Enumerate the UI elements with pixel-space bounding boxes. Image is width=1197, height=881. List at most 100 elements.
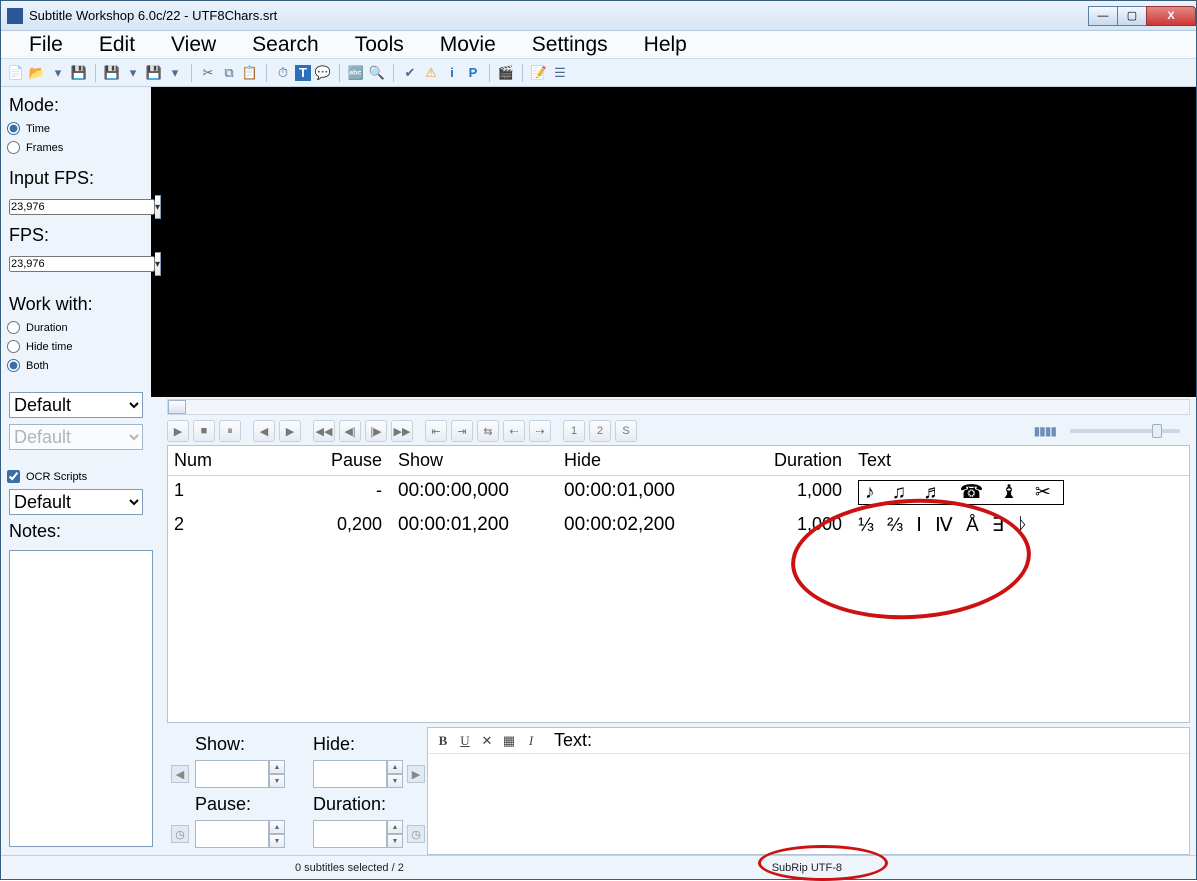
ocr-label: OCR Scripts bbox=[26, 471, 87, 483]
col-duration[interactable]: Duration bbox=[748, 446, 848, 475]
subtitle-text-editor[interactable] bbox=[428, 754, 1189, 854]
close-button[interactable]: X bbox=[1146, 6, 1196, 26]
stop-button[interactable]: ■ bbox=[193, 420, 215, 442]
menu-settings[interactable]: Settings bbox=[514, 33, 626, 57]
clock-icon[interactable]: ◷ bbox=[407, 825, 425, 843]
combo-1[interactable]: Default bbox=[9, 392, 143, 418]
maximize-button[interactable]: ▢ bbox=[1117, 6, 1147, 26]
save-trans-icon[interactable]: 💾 bbox=[145, 64, 163, 82]
rewind-button[interactable]: ◀◀ bbox=[313, 420, 335, 442]
info-icon[interactable]: i bbox=[443, 64, 461, 82]
menu-file[interactable]: File bbox=[11, 33, 81, 57]
underline-button[interactable]: U bbox=[456, 732, 474, 750]
ocr-checkbox[interactable] bbox=[7, 470, 20, 483]
menu-tools[interactable]: Tools bbox=[337, 33, 422, 57]
mark-out-button[interactable]: ⇥ bbox=[451, 420, 473, 442]
chevron-down-icon[interactable]: ▾ bbox=[155, 252, 161, 276]
fps-field[interactable] bbox=[9, 256, 155, 272]
spin-down-icon[interactable]: ▼ bbox=[269, 774, 285, 788]
spin-up-icon[interactable]: ▲ bbox=[269, 760, 285, 774]
prev-button[interactable]: ◀ bbox=[253, 420, 275, 442]
combo-3[interactable]: Default bbox=[9, 489, 143, 515]
spin-down-icon[interactable]: ▼ bbox=[269, 834, 285, 848]
timer-icon[interactable]: ⏱ bbox=[274, 64, 292, 82]
shift-left-button[interactable]: ⇠ bbox=[503, 420, 525, 442]
prev-sub-button[interactable]: ◀ bbox=[171, 765, 189, 783]
video-preview[interactable] bbox=[151, 87, 1196, 397]
menu-search[interactable]: Search bbox=[234, 33, 337, 57]
hide-field[interactable] bbox=[313, 760, 387, 788]
open-icon[interactable]: 📂 bbox=[28, 64, 46, 82]
video-icon[interactable]: 🎬 bbox=[497, 64, 515, 82]
paste-icon[interactable]: 📋 bbox=[241, 64, 259, 82]
next-button[interactable]: ▶ bbox=[279, 420, 301, 442]
list-icon[interactable]: ☰ bbox=[551, 64, 569, 82]
back-button[interactable]: ◀| bbox=[339, 420, 361, 442]
menu-view[interactable]: View bbox=[153, 33, 234, 57]
notes-textarea[interactable] bbox=[9, 550, 153, 847]
new-icon[interactable]: 📄 bbox=[7, 64, 25, 82]
spin-down-icon[interactable]: ▼ bbox=[387, 774, 403, 788]
chevron-down-icon[interactable]: ▾ bbox=[49, 64, 67, 82]
cut-icon[interactable]: ✂ bbox=[199, 64, 217, 82]
col-pause[interactable]: Pause bbox=[258, 446, 388, 475]
ww-both-radio[interactable] bbox=[7, 359, 20, 372]
fastfwd-button[interactable]: ▶▶ bbox=[391, 420, 413, 442]
spin-up-icon[interactable]: ▲ bbox=[387, 760, 403, 774]
save-orig-icon[interactable]: 💾 bbox=[103, 64, 121, 82]
chevron-down-icon[interactable]: ▾ bbox=[124, 64, 142, 82]
mark-in-button[interactable]: ⇤ bbox=[425, 420, 447, 442]
ww-duration-radio[interactable] bbox=[7, 321, 20, 334]
chevron-down-icon[interactable]: ▾ bbox=[166, 64, 184, 82]
clear-format-button[interactable]: ✕ bbox=[478, 732, 496, 750]
col-hide[interactable]: Hide bbox=[558, 446, 748, 475]
play-button[interactable]: ▶ bbox=[167, 420, 189, 442]
combo-2[interactable]: Default bbox=[9, 424, 143, 450]
speech-icon[interactable]: 💬 bbox=[314, 64, 332, 82]
save-icon[interactable]: 💾 bbox=[70, 64, 88, 82]
bold-button[interactable]: B bbox=[434, 732, 452, 750]
spin-down-icon[interactable]: ▼ bbox=[387, 834, 403, 848]
duration-field[interactable] bbox=[313, 820, 387, 848]
pause-field[interactable] bbox=[195, 820, 269, 848]
video-seek-bar[interactable] bbox=[167, 399, 1190, 415]
pascal-icon[interactable]: P bbox=[464, 64, 482, 82]
show-field[interactable] bbox=[195, 760, 269, 788]
italic-button[interactable]: I bbox=[522, 732, 540, 750]
input-fps-field[interactable] bbox=[9, 199, 155, 215]
text-icon[interactable]: T bbox=[295, 65, 311, 81]
col-num[interactable]: Num bbox=[168, 446, 258, 475]
warning-icon[interactable]: ⚠ bbox=[422, 64, 440, 82]
notes-icon[interactable]: 📝 bbox=[530, 64, 548, 82]
minimize-button[interactable]: — bbox=[1088, 6, 1118, 26]
menu-help[interactable]: Help bbox=[626, 33, 705, 57]
next-sub-button[interactable]: ▶ bbox=[407, 765, 425, 783]
color-button[interactable]: ▦ bbox=[500, 732, 518, 750]
volume-slider[interactable] bbox=[1070, 429, 1180, 433]
shift-right-button[interactable]: ⇢ bbox=[529, 420, 551, 442]
menu-edit[interactable]: Edit bbox=[81, 33, 153, 57]
col-text[interactable]: Text bbox=[848, 446, 1189, 475]
col-show[interactable]: Show bbox=[388, 446, 558, 475]
main-area: ▶ ■ ⏸ ◀ ▶ ◀◀ ◀| |▶ ▶▶ ⇤ ⇥ ⇆ bbox=[161, 87, 1196, 855]
pause-button[interactable]: ⏸ bbox=[219, 420, 241, 442]
copy-icon[interactable]: ⧉ bbox=[220, 64, 238, 82]
search-icon[interactable]: 🔍 bbox=[368, 64, 386, 82]
ww-hide-radio[interactable] bbox=[7, 340, 20, 353]
spellcheck-icon[interactable]: ✔ bbox=[401, 64, 419, 82]
clock-icon[interactable]: ◷ bbox=[171, 825, 189, 843]
fwd-button[interactable]: |▶ bbox=[365, 420, 387, 442]
point2-button[interactable]: 2 bbox=[589, 420, 611, 442]
table-row[interactable]: 2 0,200 00:00:01,200 00:00:02,200 1,000 … bbox=[168, 510, 1189, 542]
mode-frames-radio[interactable] bbox=[7, 141, 20, 154]
translate-icon[interactable]: 🔤 bbox=[347, 64, 365, 82]
sync-button[interactable]: ⇆ bbox=[477, 420, 499, 442]
table-row[interactable]: 1 - 00:00:00,000 00:00:01,000 1,000 ♪ ♫ … bbox=[168, 476, 1189, 510]
apply-sync-button[interactable]: S bbox=[615, 420, 637, 442]
mode-time-radio[interactable] bbox=[7, 122, 20, 135]
spin-up-icon[interactable]: ▲ bbox=[269, 820, 285, 834]
chevron-down-icon[interactable]: ▾ bbox=[155, 195, 161, 219]
menu-movie[interactable]: Movie bbox=[422, 33, 514, 57]
spin-up-icon[interactable]: ▲ bbox=[387, 820, 403, 834]
point1-button[interactable]: 1 bbox=[563, 420, 585, 442]
